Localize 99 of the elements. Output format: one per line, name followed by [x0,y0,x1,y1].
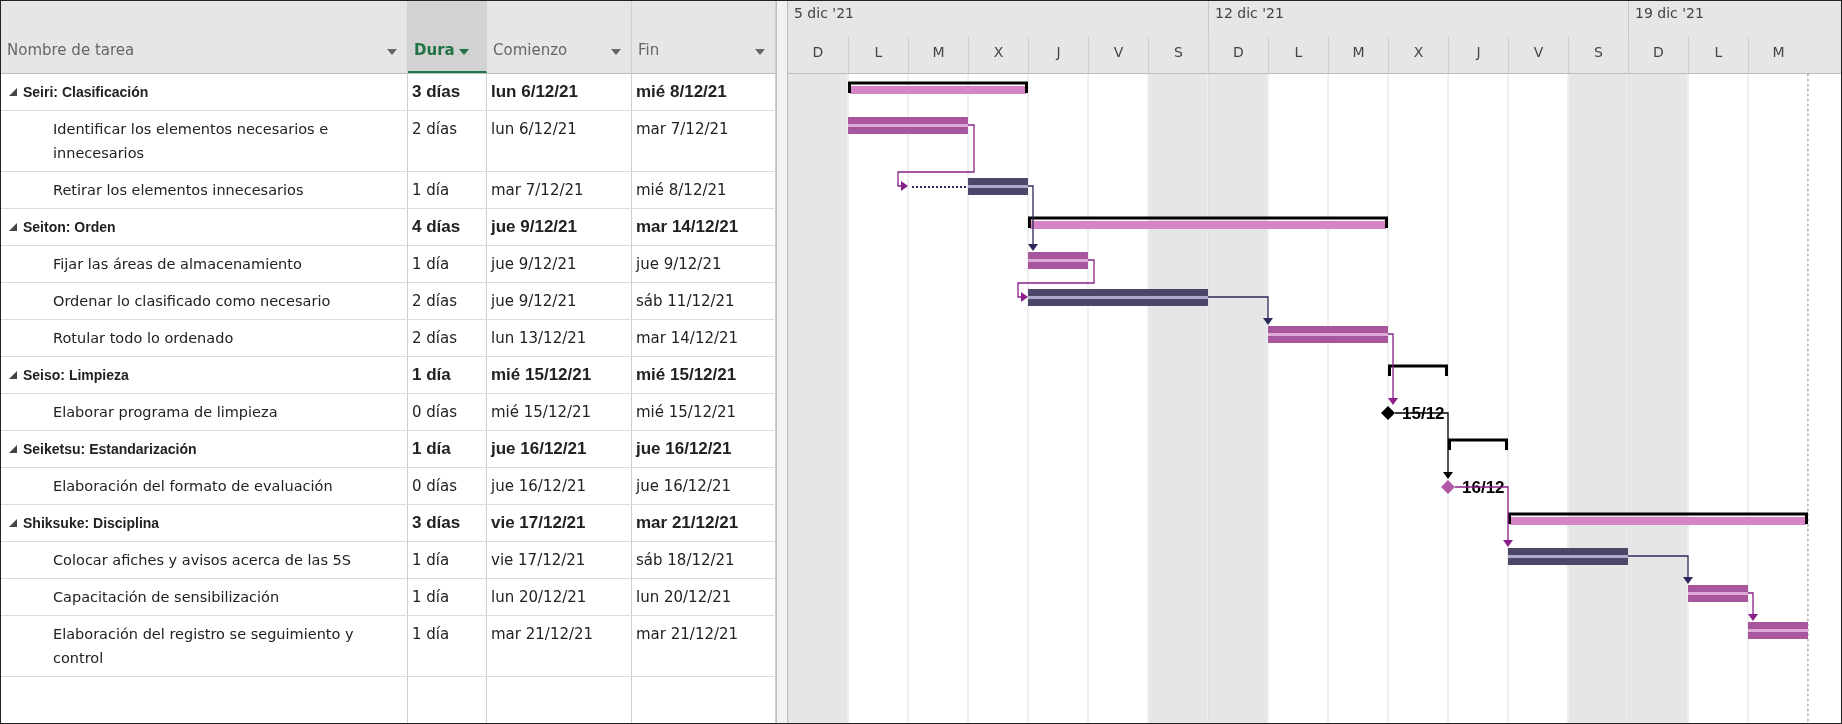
start-date: lun 6/12/21 [491,120,577,138]
task-name: Elaboración del formato de evaluación [52,477,333,496]
start-date: lun 6/12/21 [491,82,578,101]
dropdown-arrow-icon [387,49,397,55]
day-label: S [1174,44,1183,60]
task-name: Ordenar lo clasificado como necesario [52,292,331,311]
dropdown-arrow-icon [458,49,469,55]
column-header[interactable]: Dura [408,1,487,73]
start-date: mié 15/12/21 [491,365,592,384]
duration-cell: 3 días [412,513,461,532]
connector-arrow [1747,592,1758,621]
dropdown-arrow-icon [755,49,765,55]
collapse-icon[interactable] [9,223,17,231]
finish-date: mié 15/12/21 [636,403,737,421]
week-label: 5 dic '21 [794,5,854,21]
day-label: M [1352,44,1365,60]
task-name: Retirar los elementos innecesarios [52,181,304,200]
finish-date: mié 8/12/21 [636,181,727,199]
finish-date: mar 7/12/21 [636,120,729,138]
finish-date: mar 21/12/21 [636,513,739,532]
duration-cell: 0 días [412,477,457,495]
duration-cell: 2 días [412,329,457,347]
collapse-icon[interactable] [9,445,17,453]
day-label: L [1714,44,1723,60]
start-date: jue 9/12/21 [491,217,577,236]
task-name: Rotular todo lo ordenado [52,329,234,348]
start-date: lun 13/12/21 [491,329,587,347]
day-label: V [1113,44,1124,60]
day-label: M [932,44,945,60]
day-label: L [1294,44,1303,60]
duration-cell: 1 día [412,181,450,199]
start-date: mar 7/12/21 [491,181,584,199]
summary-bar [1448,438,1508,450]
task-name: Seiso: Limpieza [22,366,129,385]
start-date: vie 17/12/21 [491,551,586,569]
start-date: vie 17/12/21 [491,513,586,532]
week-label: 12 dic '21 [1215,5,1284,21]
day-label: D [812,44,824,60]
task-name: Elaborar programa de limpieza [52,403,278,422]
connector-arrow [1387,333,1398,405]
connector-arrow [1627,555,1693,584]
connector-arrow [1207,296,1273,325]
task-name: Fijar las áreas de almacenamiento [52,255,302,274]
finish-date: sáb 18/12/21 [636,551,735,569]
duration-cell: 1 día [412,439,451,458]
start-date: jue 16/12/21 [491,477,587,495]
finish-date: jue 9/12/21 [636,255,722,273]
finish-date: mar 14/12/21 [636,217,739,236]
task-name: Identificar los elementos necesarios e innecesarios [52,120,330,163]
start-date: jue 9/12/21 [491,292,577,310]
start-date: jue 9/12/21 [491,255,577,273]
day-label: D [1233,44,1244,60]
start-date: lun 20/12/21 [491,588,587,606]
day-label: L [874,44,883,60]
collapse-icon[interactable] [9,88,17,96]
finish-date: mar 14/12/21 [636,329,739,347]
duration-cell: 1 día [412,365,451,384]
task-name: Seiri: Clasificación [22,83,149,102]
duration-cell: 1 día [412,551,450,569]
duration-cell: 3 días [412,82,461,101]
duration-cell: 1 día [412,625,450,643]
finish-date: sáb 11/12/21 [636,292,735,310]
summary-bar [1388,364,1448,376]
finish-date: jue 16/12/21 [636,439,732,458]
finish-date: mar 21/12/21 [636,625,739,643]
task-name: Colocar afiches y avisos acerca de las 5S [52,551,351,570]
collapse-icon[interactable] [9,371,17,379]
day-label: V [1533,44,1544,60]
start-date: mié 15/12/21 [491,403,592,421]
duration-cell: 1 día [412,588,450,606]
duration-cell: 2 días [412,292,457,310]
day-label: X [993,44,1004,60]
day-label: J [1476,44,1481,60]
week-label: 19 dic '21 [1635,5,1704,21]
day-label: J [1056,44,1061,60]
day-label: D [1653,44,1664,60]
task-name: Elaboración del registro se seguimiento y control [52,625,355,668]
start-date: mar 21/12/21 [491,625,594,643]
task-name: Capacitación de sensibilización [52,588,280,607]
task-name: Seiton: Orden [22,218,116,237]
duration-cell: 1 día [412,255,450,273]
duration-cell: 0 días [412,403,457,421]
split-line [911,186,969,188]
day-label: M [1772,44,1785,60]
task-name: Seiketsu: Estandarización [22,440,197,459]
task-name: Shiksuke: Disciplina [22,514,160,533]
column-header[interactable]: Comienzo [487,1,632,73]
collapse-icon[interactable] [9,519,17,527]
connector-arrow [1027,185,1038,251]
day-label: S [1594,44,1603,60]
start-date: jue 16/12/21 [491,439,587,458]
duration-cell: 2 días [412,120,457,138]
finish-date: mié 15/12/21 [636,365,737,384]
finish-date: lun 20/12/21 [636,588,732,606]
day-label: X [1413,44,1424,60]
finish-date: jue 16/12/21 [636,477,732,495]
finish-date: mié 8/12/21 [636,82,727,101]
dropdown-arrow-icon [611,49,621,55]
duration-cell: 4 días [412,217,461,236]
